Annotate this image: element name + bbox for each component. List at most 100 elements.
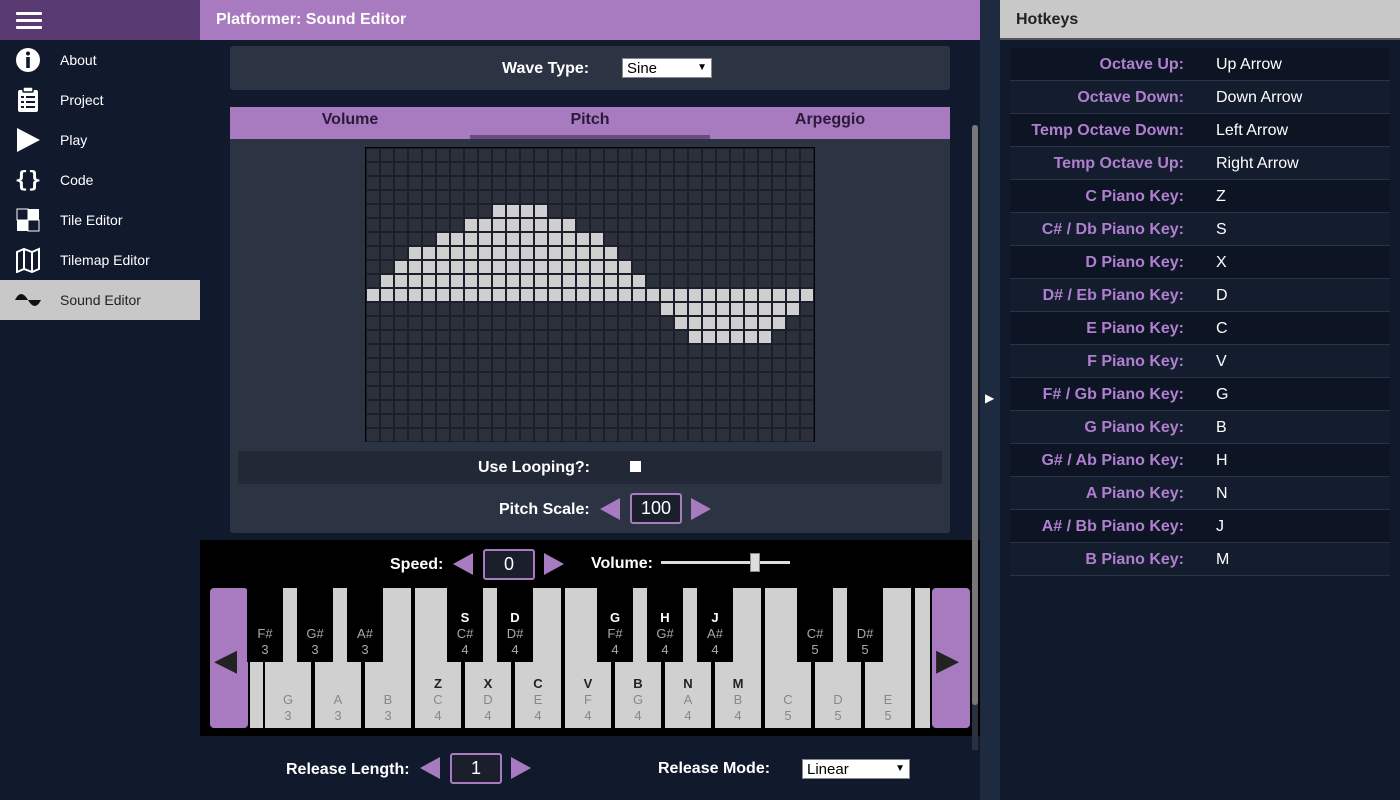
grid-cell[interactable]: [674, 246, 688, 260]
speed-input[interactable]: 0: [483, 549, 535, 580]
grid-cell[interactable]: [366, 246, 380, 260]
grid-cell[interactable]: [464, 330, 478, 344]
grid-cell[interactable]: [464, 246, 478, 260]
grid-cell[interactable]: [716, 288, 730, 302]
grid-cell[interactable]: [590, 204, 604, 218]
grid-cell[interactable]: [618, 204, 632, 218]
grid-cell[interactable]: [478, 344, 492, 358]
grid-cell[interactable]: [646, 330, 660, 344]
grid-cell[interactable]: [380, 260, 394, 274]
grid-cell[interactable]: [730, 288, 744, 302]
grid-cell[interactable]: [436, 428, 450, 442]
grid-cell[interactable]: [800, 190, 814, 204]
grid-cell[interactable]: [464, 176, 478, 190]
pitch-scale-increase-button[interactable]: [691, 498, 711, 520]
grid-cell[interactable]: [506, 162, 520, 176]
grid-cell[interactable]: [576, 302, 590, 316]
grid-cell[interactable]: [506, 176, 520, 190]
grid-cell[interactable]: [744, 274, 758, 288]
grid-cell[interactable]: [520, 400, 534, 414]
grid-cell[interactable]: [576, 162, 590, 176]
grid-cell[interactable]: [506, 358, 520, 372]
grid-cell[interactable]: [590, 400, 604, 414]
grid-cell[interactable]: [562, 428, 576, 442]
scrollbar-thumb[interactable]: [972, 125, 978, 705]
grid-cell[interactable]: [772, 162, 786, 176]
grid-cell[interactable]: [408, 176, 422, 190]
release-mode-select[interactable]: Linear ▼: [802, 759, 910, 779]
release-length-increase-button[interactable]: [511, 757, 531, 779]
grid-cell[interactable]: [380, 316, 394, 330]
grid-cell[interactable]: [688, 302, 702, 316]
grid-cell[interactable]: [618, 372, 632, 386]
grid-cell[interactable]: [548, 162, 562, 176]
piano-black-key[interactable]: J A# 4: [697, 588, 733, 662]
grid-cell[interactable]: [562, 386, 576, 400]
grid-cell[interactable]: [450, 162, 464, 176]
grid-cell[interactable]: [660, 162, 674, 176]
piano-black-key[interactable]: S C# 4: [447, 588, 483, 662]
grid-cell[interactable]: [744, 260, 758, 274]
grid-cell[interactable]: [618, 302, 632, 316]
grid-cell[interactable]: [800, 176, 814, 190]
grid-cell[interactable]: [646, 358, 660, 372]
grid-cell[interactable]: [744, 428, 758, 442]
grid-cell[interactable]: [730, 344, 744, 358]
grid-cell[interactable]: [492, 302, 506, 316]
grid-cell[interactable]: [366, 274, 380, 288]
grid-cell[interactable]: [506, 148, 520, 162]
grid-cell[interactable]: [786, 232, 800, 246]
grid-cell[interactable]: [660, 344, 674, 358]
grid-cell[interactable]: [548, 386, 562, 400]
grid-cell[interactable]: [506, 428, 520, 442]
grid-cell[interactable]: [478, 218, 492, 232]
grid-cell[interactable]: [604, 218, 618, 232]
grid-cell[interactable]: [562, 316, 576, 330]
tab-pitch[interactable]: Pitch: [470, 107, 710, 139]
grid-cell[interactable]: [758, 162, 772, 176]
grid-cell[interactable]: [366, 288, 380, 302]
grid-cell[interactable]: [408, 372, 422, 386]
grid-cell[interactable]: [436, 274, 450, 288]
grid-cell[interactable]: [506, 218, 520, 232]
grid-cell[interactable]: [534, 344, 548, 358]
grid-cell[interactable]: [436, 246, 450, 260]
grid-cell[interactable]: [604, 162, 618, 176]
grid-cell[interactable]: [716, 330, 730, 344]
grid-cell[interactable]: [422, 288, 436, 302]
grid-cell[interactable]: [702, 148, 716, 162]
grid-cell[interactable]: [562, 358, 576, 372]
grid-cell[interactable]: [646, 414, 660, 428]
grid-cell[interactable]: [716, 162, 730, 176]
grid-cell[interactable]: [772, 316, 786, 330]
grid-cell[interactable]: [562, 162, 576, 176]
grid-cell[interactable]: [632, 302, 646, 316]
grid-cell[interactable]: [674, 232, 688, 246]
grid-cell[interactable]: [786, 190, 800, 204]
grid-cell[interactable]: [772, 190, 786, 204]
grid-cell[interactable]: [716, 302, 730, 316]
grid-cell[interactable]: [786, 302, 800, 316]
grid-cell[interactable]: [758, 330, 772, 344]
grid-cell[interactable]: [576, 190, 590, 204]
grid-cell[interactable]: [702, 344, 716, 358]
grid-cell[interactable]: [450, 246, 464, 260]
grid-cell[interactable]: [618, 176, 632, 190]
grid-cell[interactable]: [702, 162, 716, 176]
grid-cell[interactable]: [772, 260, 786, 274]
grid-cell[interactable]: [450, 372, 464, 386]
grid-cell[interactable]: [716, 428, 730, 442]
grid-cell[interactable]: [548, 344, 562, 358]
grid-cell[interactable]: [758, 148, 772, 162]
grid-cell[interactable]: [450, 302, 464, 316]
grid-cell[interactable]: [534, 218, 548, 232]
grid-cell[interactable]: [604, 358, 618, 372]
grid-cell[interactable]: [660, 274, 674, 288]
grid-cell[interactable]: [604, 190, 618, 204]
grid-cell[interactable]: [478, 386, 492, 400]
grid-cell[interactable]: [492, 246, 506, 260]
grid-cell[interactable]: [674, 204, 688, 218]
grid-cell[interactable]: [436, 372, 450, 386]
grid-cell[interactable]: [730, 274, 744, 288]
grid-cell[interactable]: [800, 344, 814, 358]
